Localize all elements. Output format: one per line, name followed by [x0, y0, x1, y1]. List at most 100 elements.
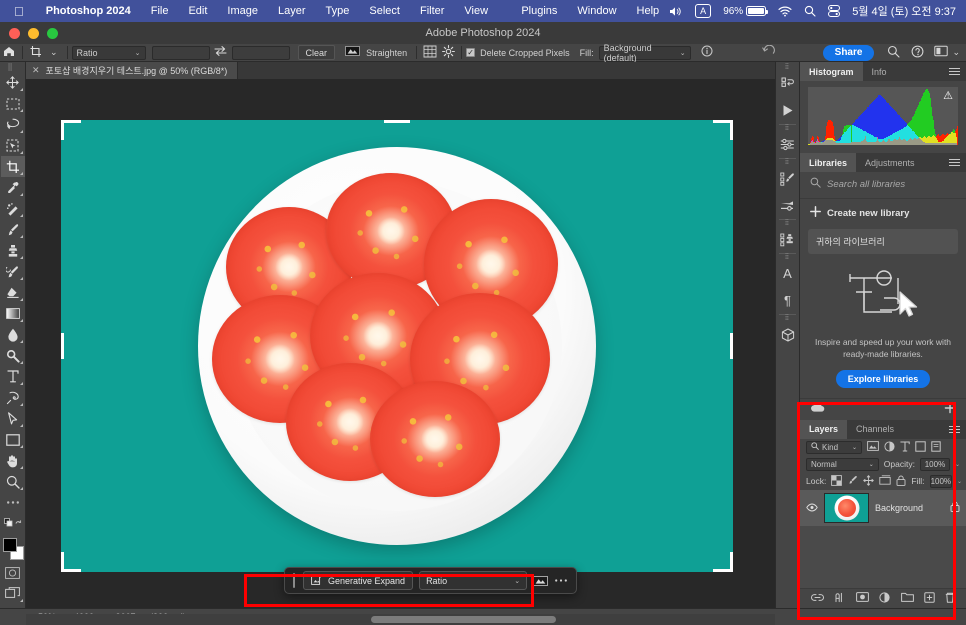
link-layers-icon[interactable] [811, 593, 824, 605]
battery-status[interactable]: 96% [723, 6, 769, 17]
brushes-panel-icon[interactable] [775, 192, 800, 219]
tab-layers[interactable]: Layers [800, 419, 848, 439]
tab-channels[interactable]: Channels [847, 419, 904, 439]
libraries-search-input[interactable]: Search all libraries [827, 179, 905, 190]
crop-handle-bottom-left-v[interactable] [61, 552, 64, 572]
history-brush-tool[interactable] [1, 261, 25, 282]
adjustments-panel-icon[interactable] [775, 131, 800, 158]
filter-type-icon[interactable] [900, 441, 910, 454]
taskbar-drag-handle[interactable] [293, 573, 295, 588]
menu-item-filter[interactable]: Filter [410, 5, 454, 17]
straighten-label[interactable]: Straighten [361, 45, 412, 60]
zoom-tool[interactable] [1, 471, 25, 492]
lock-all-icon[interactable] [896, 475, 906, 488]
delete-cropped-pixels-checkbox[interactable]: ✓ [466, 48, 476, 57]
actions-panel-icon[interactable] [775, 97, 800, 124]
input-source-icon[interactable]: A [695, 4, 712, 18]
control-center-icon[interactable] [828, 5, 841, 17]
reset-icon[interactable] [739, 44, 799, 60]
eyedropper-tool[interactable] [1, 177, 25, 198]
object-selection-tool[interactable] [1, 135, 25, 156]
clone-source-panel-icon[interactable] [775, 226, 800, 253]
add-library-icon[interactable] [944, 402, 956, 417]
lasso-tool[interactable] [1, 114, 25, 135]
contextual-taskbar[interactable]: Generative Expand Ratio ⌄ [284, 567, 578, 594]
menu-item-plugins[interactable]: Plugins [511, 5, 567, 17]
canvas-area[interactable]: Generative Expand Ratio ⌄ [26, 79, 775, 608]
crop-handle-bottom-left[interactable] [61, 569, 81, 572]
home-icon[interactable] [0, 46, 18, 60]
crop-width-input[interactable] [151, 45, 210, 60]
volume-icon[interactable] [669, 6, 683, 17]
crop-handle-left-middle[interactable] [61, 333, 64, 359]
brush-tool[interactable] [1, 219, 25, 240]
edit-toolbar-more-icon[interactable] [1, 492, 25, 513]
menu-item-help[interactable]: Help [627, 5, 670, 17]
new-group-icon[interactable] [900, 592, 914, 605]
lock-artboard-nesting-icon[interactable] [879, 475, 891, 487]
wifi-icon[interactable] [778, 6, 792, 17]
tab-histogram[interactable]: Histogram [800, 62, 863, 81]
library-list-item[interactable]: 귀하의 라이브러리 [808, 229, 958, 254]
tab-adjustments[interactable]: Adjustments [856, 153, 924, 172]
crop-tool-icon[interactable] [27, 45, 45, 61]
help-icon[interactable] [908, 45, 926, 61]
crop-handle-top-left[interactable] [61, 120, 81, 123]
rectangle-tool[interactable] [1, 429, 25, 450]
explore-libraries-button[interactable]: Explore libraries [835, 369, 931, 388]
crop-preset-caret[interactable]: ⌄ [45, 45, 63, 60]
lock-position-icon[interactable] [863, 474, 875, 488]
type-tool[interactable] [1, 366, 25, 387]
layers-panel-menu-icon[interactable] [943, 420, 966, 439]
delete-layer-icon[interactable] [945, 592, 955, 606]
menu-item-edit[interactable]: Edit [178, 5, 217, 17]
eraser-tool[interactable] [1, 282, 25, 303]
straighten-icon[interactable] [343, 45, 361, 60]
generative-expand-button[interactable]: Generative Expand [303, 571, 414, 590]
info-icon[interactable] [698, 45, 716, 60]
menu-item-select[interactable]: Select [359, 5, 410, 17]
opacity-value[interactable]: 100% [919, 457, 950, 471]
adjustment-layer-icon[interactable] [879, 591, 891, 606]
crop-handle-top-right-v[interactable] [730, 120, 733, 140]
default-colors-and-swap-icon[interactable] [1, 513, 25, 534]
crop-handle-bottom-right[interactable] [713, 569, 733, 572]
lock-icon[interactable] [950, 499, 960, 517]
hand-tool[interactable] [1, 450, 25, 471]
menu-item-photoshop[interactable]: Photoshop 2024 [36, 5, 141, 17]
more-options-icon[interactable] [554, 578, 568, 583]
blend-mode-select[interactable]: Normal ⌄ [806, 457, 879, 471]
move-tool[interactable] [1, 72, 25, 93]
lock-image-pixels-icon[interactable] [847, 475, 858, 488]
search-icon[interactable] [884, 45, 902, 61]
tab-info[interactable]: Info [862, 62, 896, 81]
layer-name[interactable]: Background [875, 503, 944, 513]
taskbar-ratio-select[interactable]: Ratio ⌄ [419, 571, 528, 590]
spot-healing-brush-tool[interactable] [1, 198, 25, 219]
quick-mask-icon[interactable] [1, 562, 25, 583]
filter-shape-icon[interactable] [915, 440, 926, 454]
layer-filter-kind-select[interactable]: Kind ⌄ [806, 440, 862, 454]
crop-handle-top-right[interactable] [713, 120, 733, 123]
filter-adjustment-icon[interactable] [884, 441, 895, 454]
crop-handle-bottom-right-v[interactable] [730, 552, 733, 572]
tab-libraries[interactable]: Libraries [800, 153, 857, 172]
cloud-icon[interactable] [810, 402, 826, 416]
dodge-tool[interactable] [1, 345, 25, 366]
lock-transparent-pixels-icon[interactable] [831, 474, 843, 488]
new-layer-icon[interactable] [924, 591, 935, 606]
taskbar-straighten-icon[interactable] [533, 575, 549, 587]
toolbar-drag-handle[interactable]: ⣿ [8, 64, 18, 72]
opacity-stepper-caret[interactable]: ⌄ [955, 461, 960, 468]
filter-smart-object-icon[interactable] [931, 440, 941, 454]
rectangular-marquee-tool[interactable] [1, 93, 25, 114]
layers-empty-area[interactable] [800, 525, 966, 588]
filter-pixel-icon[interactable] [867, 441, 879, 453]
screen-mode-icon[interactable] [1, 583, 25, 604]
crop-handle-right-middle[interactable] [730, 333, 733, 359]
crop-tool[interactable] [0, 156, 25, 177]
spotlight-search-icon[interactable] [804, 5, 816, 17]
crop-handle-top-center[interactable] [384, 120, 410, 123]
menu-item-image[interactable]: Image [217, 5, 268, 17]
menu-bar-clock[interactable]: 5월 4일 (토) 오전 9:37 [852, 3, 956, 19]
